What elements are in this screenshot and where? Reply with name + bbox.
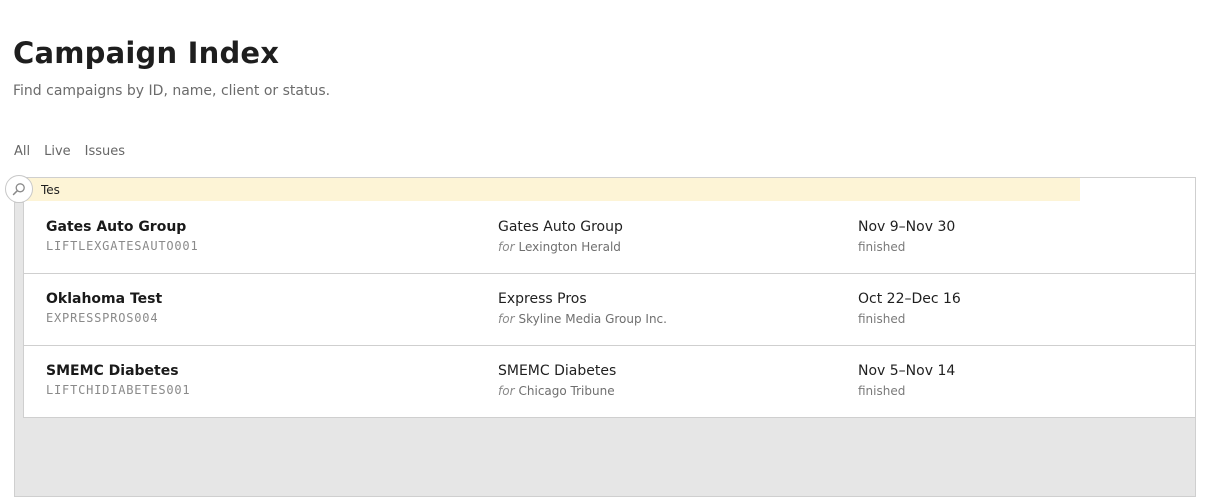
campaign-publisher: Chicago Tribune bbox=[518, 384, 615, 398]
campaign-name: SMEMC Diabetes bbox=[46, 363, 179, 379]
filter-live[interactable]: Live bbox=[44, 144, 71, 159]
campaign-name: Gates Auto Group bbox=[46, 219, 187, 235]
list-item[interactable]: Oklahoma Test EXPRESSPROS004 Express Pro… bbox=[23, 274, 1195, 346]
campaign-id: LIFTLEXGATESAUTO001 bbox=[46, 239, 199, 253]
campaign-publisher: Skyline Media Group Inc. bbox=[518, 312, 667, 326]
campaign-dates: Nov 5–Nov 14 bbox=[858, 363, 956, 379]
filter-all[interactable]: All bbox=[14, 144, 30, 159]
campaign-dates: Nov 9–Nov 30 bbox=[858, 219, 956, 235]
campaign-list: Gates Auto Group LIFTLEXGATESAUTO001 Gat… bbox=[23, 202, 1195, 418]
filter-tabs: All Live Issues bbox=[14, 144, 125, 159]
page-subtitle: Find campaigns by ID, name, client or st… bbox=[13, 83, 331, 99]
filter-issues[interactable]: Issues bbox=[85, 144, 125, 159]
for-label: for bbox=[498, 384, 515, 398]
campaign-status: finished bbox=[858, 384, 906, 398]
search-icon[interactable] bbox=[5, 175, 33, 203]
page-title: Campaign Index bbox=[13, 36, 280, 70]
campaign-name: Oklahoma Test bbox=[46, 291, 163, 307]
campaign-panel: Gates Auto Group LIFTLEXGATESAUTO001 Gat… bbox=[5, 175, 1196, 497]
campaign-id: LIFTCHIDIABETES001 bbox=[46, 383, 191, 397]
search-input[interactable] bbox=[41, 178, 1071, 201]
campaign-status: finished bbox=[858, 312, 906, 326]
campaign-client: Gates Auto Group bbox=[498, 219, 623, 235]
campaign-dates: Oct 22–Dec 16 bbox=[858, 291, 961, 307]
list-item[interactable]: Gates Auto Group LIFTLEXGATESAUTO001 Gat… bbox=[23, 202, 1195, 274]
campaign-client: Express Pros bbox=[498, 291, 587, 307]
list-item[interactable]: SMEMC Diabetes LIFTCHIDIABETES001 SMEMC … bbox=[23, 346, 1195, 418]
search-bar bbox=[5, 175, 1195, 203]
campaign-publisher: Lexington Herald bbox=[518, 240, 621, 254]
for-label: for bbox=[498, 240, 515, 254]
campaign-status: finished bbox=[858, 240, 906, 254]
for-label: for bbox=[498, 312, 515, 326]
campaign-client: SMEMC Diabetes bbox=[498, 363, 617, 379]
campaign-id: EXPRESSPROS004 bbox=[46, 311, 159, 325]
